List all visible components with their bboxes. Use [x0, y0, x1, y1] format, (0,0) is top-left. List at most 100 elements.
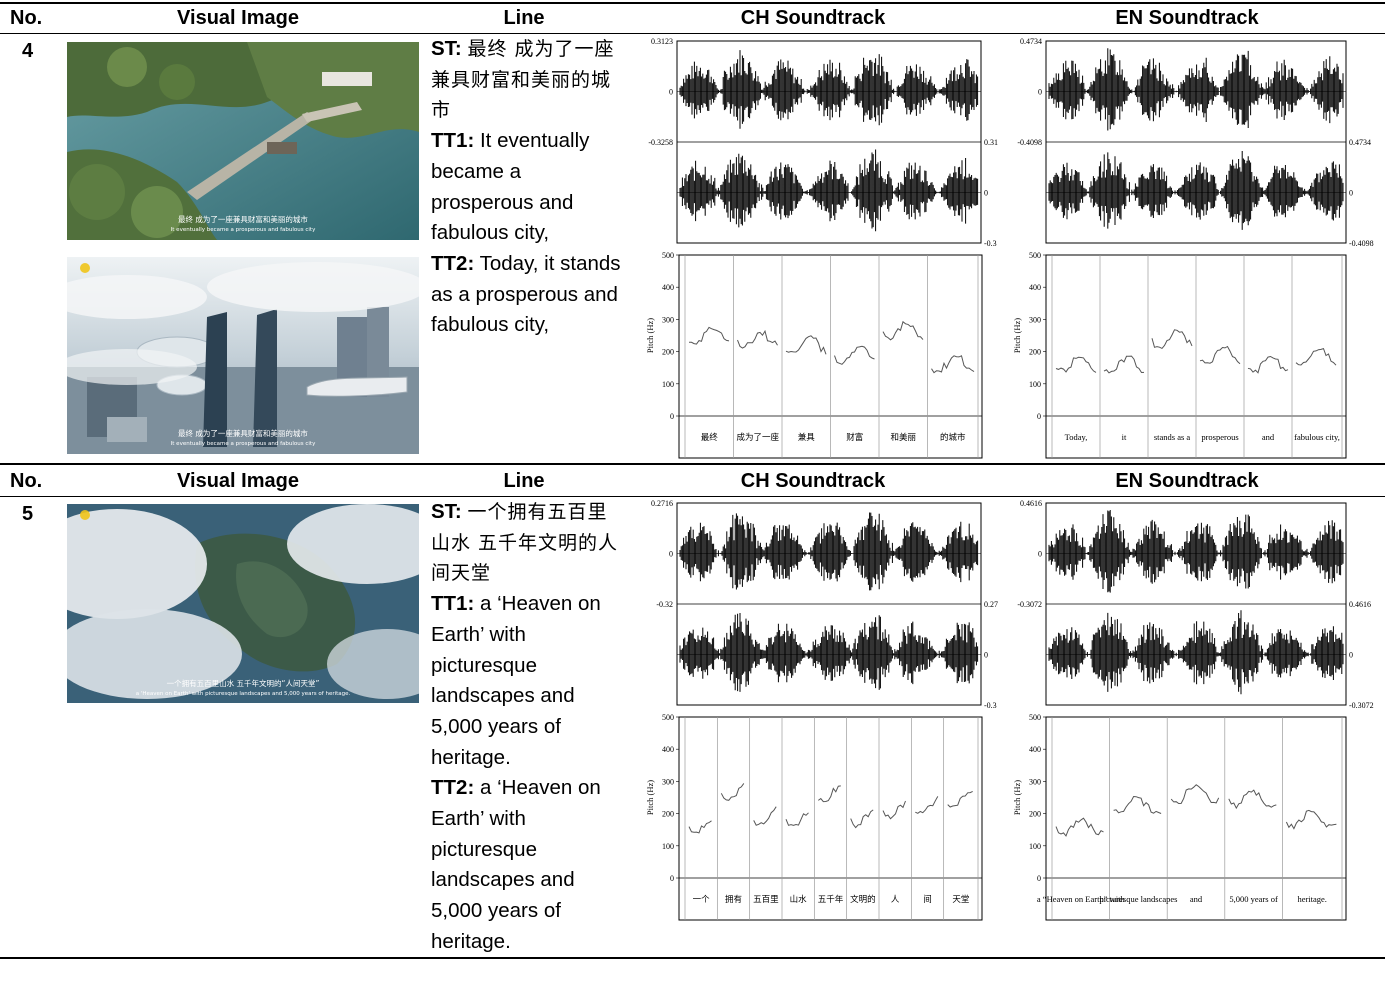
waveform-axis-max: 0.4616 — [1349, 600, 1371, 609]
segment-label: 兼具 — [798, 432, 816, 442]
pitch-contour — [785, 335, 827, 355]
pitch-contour — [1113, 795, 1162, 814]
segment-label: 人 — [891, 894, 900, 904]
segment-label: 5,000 years of — [1229, 894, 1278, 904]
pitch-contour — [931, 355, 975, 374]
segment-label: 一个 — [693, 894, 711, 904]
waveform-axis-min: -0.3072 — [1017, 600, 1042, 609]
waveform-axis-zero: 0 — [1038, 550, 1042, 559]
en-pitch-row-4: 500 400 300 200 100 0 Pitch (Hz) Today, it stands… — [1012, 251, 1347, 459]
table-top-rule — [0, 2, 1385, 4]
image-subtitle-en: It eventually became a prosperous and fa… — [171, 227, 316, 233]
pitch-ytick: 0 — [1037, 874, 1041, 883]
waveform-axis-min: -0.3258 — [648, 138, 673, 147]
en-waveform-row-5: 0.4616 0 -0.3072 0.4616 0 -0.3072 — [1017, 499, 1373, 710]
pitch-ytick: 200 — [1029, 810, 1041, 819]
pitch-ytick: 0 — [1037, 412, 1041, 421]
column-header-line: Line — [503, 7, 545, 29]
pitch-contour — [720, 783, 745, 801]
pitch-ytick: 100 — [1029, 842, 1041, 851]
pitch-contour — [915, 796, 939, 814]
waveform-axis-max: 0.4734 — [1020, 37, 1042, 46]
pitch-contour — [1199, 345, 1241, 365]
header-rule — [0, 496, 1385, 497]
waveform-axis-min: -0.3 — [984, 239, 997, 248]
pitch-contour — [947, 790, 973, 808]
video-still-bridge: 最终 成为了一座兼具财富和美丽的城市 It eventually became … — [67, 42, 419, 240]
video-still-twin-towers: 最终 成为了一座兼具财富和美丽的城市 It eventually became … — [67, 257, 419, 454]
pitch-contour — [688, 326, 730, 345]
segment-label: 间 — [923, 894, 932, 904]
pitch-contour — [1247, 355, 1289, 374]
waveform-axis-zero: 0 — [669, 550, 673, 559]
waveform-axis-max: 0.4616 — [1020, 499, 1042, 508]
column-header-no: No. — [10, 470, 43, 492]
source-text: ST: 一个拥有五百里山水 五千年文明的人间天堂 — [431, 500, 619, 585]
waveform-axis-min: -0.3 — [984, 701, 997, 710]
segment-label: Today, — [1065, 432, 1088, 442]
pitch-frame — [1045, 716, 1347, 921]
column-header-visual-image: Visual Image — [177, 7, 299, 29]
pitch-contour — [1170, 784, 1220, 805]
waveform-axis-min: -0.4098 — [1349, 239, 1374, 248]
pitch-ytick: 500 — [1029, 251, 1041, 260]
pitch-contour — [818, 785, 841, 803]
segment-label: 文明的 — [850, 894, 876, 904]
pitch-contour — [1151, 329, 1193, 350]
pitch-ylabel: Pitch (Hz) — [1012, 780, 1022, 815]
pitch-ytick: 100 — [1029, 380, 1041, 389]
waveform-axis-min: -0.3072 — [1349, 701, 1374, 710]
waveform-axis-zero: 0 — [1349, 651, 1353, 660]
waveform-trace — [1048, 151, 1344, 230]
waveform-axis-max: 0.2716 — [651, 499, 673, 508]
pitch-contour — [850, 809, 874, 829]
segment-label: 成为了一座 — [736, 432, 779, 442]
header-rule — [0, 33, 1385, 34]
target-text-2: TT2: a ‘Heaven on Earth’ with picturesqu… — [431, 776, 601, 953]
target-text-1: TT1: a ‘Heaven on Earth’ with picturesqu… — [431, 592, 601, 769]
pitch-ytick: 100 — [662, 380, 674, 389]
waveform-axis-zero: 0 — [669, 88, 673, 97]
segment-label: 五千年 — [818, 894, 844, 904]
row-separator-rule — [0, 463, 1385, 465]
waveform-axis-zero: 0 — [984, 651, 988, 660]
image-subtitle-en: It eventually became a prosperous and fa… — [171, 441, 316, 447]
waveform-trace — [679, 512, 979, 591]
pitch-frame — [678, 716, 983, 921]
waveform-axis-max: 0.27 — [984, 600, 998, 609]
waveform-axis-max: 0.31 — [984, 138, 998, 147]
pitch-ytick: 0 — [670, 874, 674, 883]
waveform-trace — [679, 149, 979, 232]
column-header-line: Line — [503, 470, 545, 492]
pitch-contour — [1228, 789, 1277, 810]
segment-label: 拥有 — [725, 894, 742, 904]
segment-label: 和美丽 — [890, 432, 916, 442]
pitch-ytick: 100 — [662, 842, 674, 851]
table-bottom-rule — [0, 957, 1385, 959]
en-pitch-row-5: 500 400 300 200 100 0 Pitch (Hz) a “Heaven on E… — [1012, 713, 1347, 921]
pitch-ytick: 400 — [1029, 283, 1041, 292]
segment-label: 财富 — [846, 432, 863, 442]
line-text-row-5: ST: 一个拥有五百里山水 五千年文明的人间天堂 TT1: a ‘Heaven … — [431, 497, 627, 958]
segment-label: 山水 — [790, 894, 808, 904]
en-waveform-row-4: 0.4734 0 -0.4098 0.4734 0 -0.4098 — [1017, 37, 1373, 248]
segment-label: 的城市 — [940, 432, 966, 442]
target-text-1: TT1: It eventually became a prosperous a… — [431, 129, 590, 245]
ch-pitch-row-4: 500 400 300 200 100 0 Pitch (Hz) 最终 成为了一座 兼具 财富 和美丽… — [645, 251, 983, 459]
column-header-no: No. — [10, 7, 43, 29]
waveform-axis-zero: 0 — [1038, 88, 1042, 97]
waveform-trace — [1048, 610, 1344, 695]
column-header-ch-soundtrack: CH Soundtrack — [740, 7, 886, 29]
waveform-trace — [1048, 48, 1344, 131]
waveform-axis-min: -0.32 — [656, 600, 673, 609]
pitch-ytick: 200 — [1029, 348, 1041, 357]
pitch-contour — [1055, 817, 1104, 837]
source-text: ST: 最终 成为了一座兼具财富和美丽的城市 — [431, 37, 615, 122]
waveform-trace — [1048, 510, 1344, 593]
waveform-axis-min: -0.4098 — [1017, 138, 1042, 147]
pitch-ytick: 300 — [1029, 777, 1041, 786]
image-subtitle-zh: 最终 成为了一座兼具财富和美丽的城市 — [178, 214, 308, 224]
pitch-ytick: 400 — [662, 745, 674, 754]
waveform-trace — [679, 613, 979, 692]
segment-label: heritage. — [1297, 894, 1327, 904]
